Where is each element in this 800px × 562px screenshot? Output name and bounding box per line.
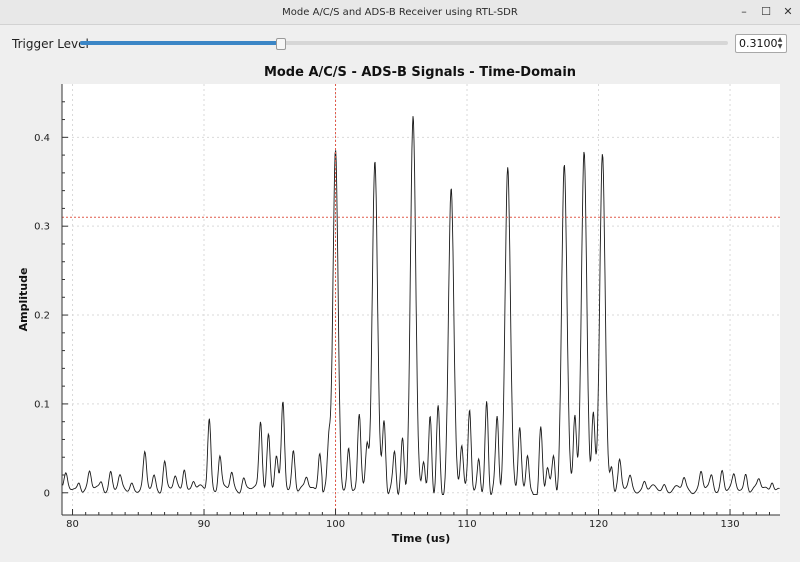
y-tick-label: 0.2 — [34, 311, 50, 322]
x-tick-label: 100 — [326, 519, 345, 530]
time-domain-plot[interactable]: 80 90 100 110 120 130 0 0.1 0.2 0.3 0.4 Time (us) Am… — [0, 0, 800, 562]
y-tick-label: 0.4 — [34, 133, 50, 144]
plot-area[interactable] — [62, 84, 780, 515]
y-tick-label: 0.1 — [34, 399, 50, 410]
x-tick-label: 110 — [457, 519, 476, 530]
x-axis-label: Time (us) — [392, 532, 450, 545]
x-tick-label: 90 — [198, 519, 211, 530]
x-tick-label: 120 — [589, 519, 608, 530]
y-axis-label: Amplitude — [17, 268, 30, 332]
x-tick-label: 130 — [720, 519, 739, 530]
x-tick-label: 80 — [66, 519, 79, 530]
y-tick-label: 0.3 — [34, 222, 50, 233]
y-tick-label: 0 — [44, 488, 50, 499]
